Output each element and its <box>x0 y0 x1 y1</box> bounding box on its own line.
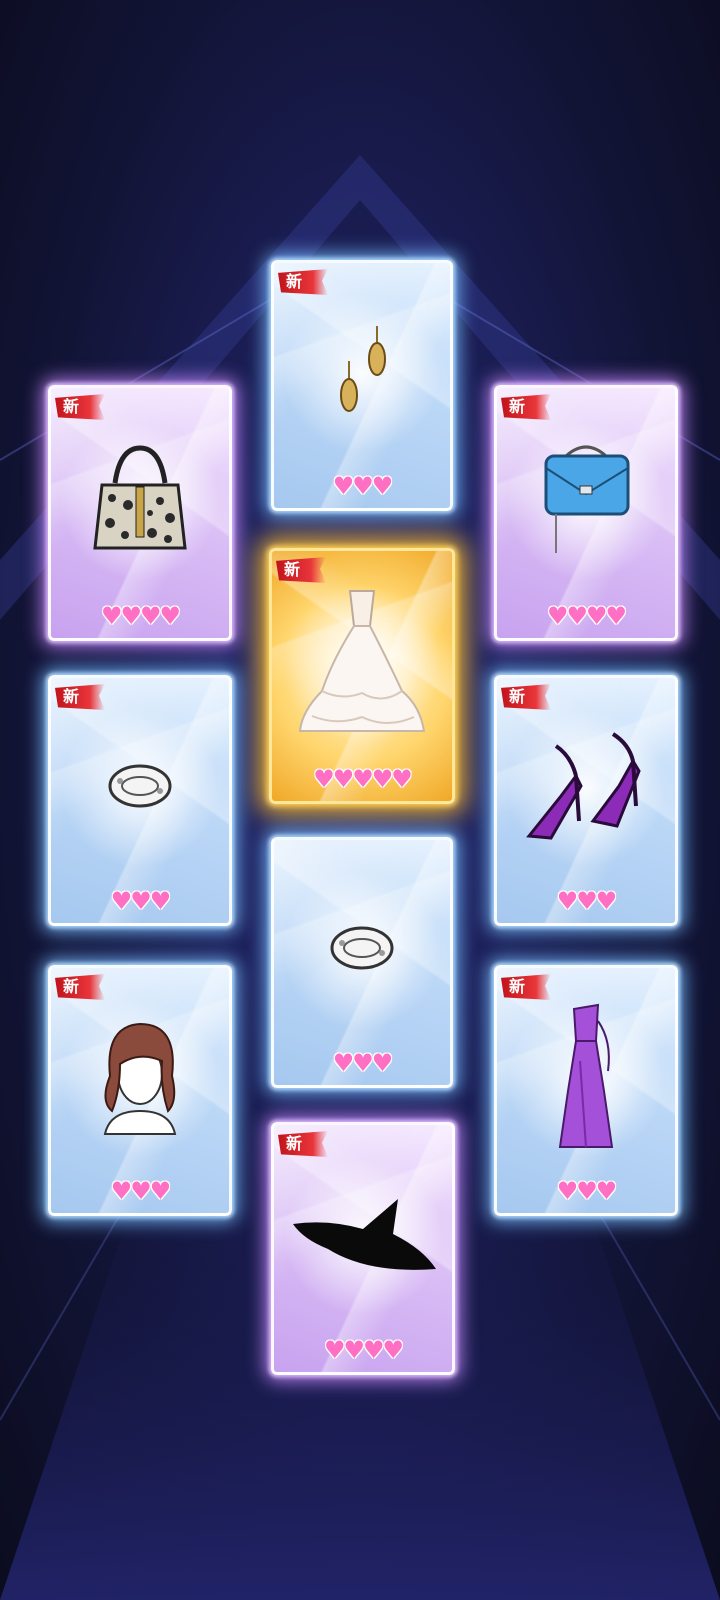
reward-card-blue-clutch[interactable]: 新 ♥♥♥♥ <box>494 385 678 641</box>
reward-card-leopard-handbag[interactable]: 新 ♥♥♥♥ <box>48 385 232 641</box>
new-badge: 新 <box>501 684 551 710</box>
rarity-hearts: ♥♥♥ <box>332 1049 394 1077</box>
reward-card-wedding-gown[interactable]: 新 ♥♥♥♥♥ <box>269 548 455 804</box>
dress-icon <box>558 1003 614 1148</box>
rarity-hearts: ♥♥♥ <box>556 887 618 915</box>
new-badge: 新 <box>278 269 328 295</box>
hat-icon <box>293 1198 436 1270</box>
rarity-hearts: ♥♥♥♥♥ <box>313 765 413 793</box>
hair-icon <box>103 1022 177 1135</box>
new-badge: 新 <box>276 557 326 583</box>
reward-card-witch-hat[interactable]: 新 ♥♥♥♥ <box>271 1122 455 1375</box>
rarity-hearts: ♥♥♥ <box>332 472 394 500</box>
reward-card-auburn-hair[interactable]: 新 ♥♥♥ <box>48 965 232 1216</box>
rarity-hearts: ♥♥♥♥ <box>323 1336 404 1364</box>
rarity-hearts: ♥♥♥ <box>556 1177 618 1205</box>
reward-card-purple-dress[interactable]: 新 ♥♥♥ <box>494 965 678 1216</box>
new-badge: 新 <box>278 1131 328 1157</box>
reward-card-purple-heels[interactable]: 新 ♥♥♥ <box>494 675 678 926</box>
new-badge: 新 <box>501 974 551 1000</box>
reward-card-crystal-bracelet[interactable]: ♥♥♥ <box>271 837 453 1088</box>
heels-icon <box>526 732 641 840</box>
rarity-hearts: ♥♥♥♥ <box>100 602 181 630</box>
new-badge: 新 <box>55 974 105 1000</box>
new-badge: 新 <box>501 394 551 420</box>
bracelet-icon <box>330 926 394 970</box>
rarity-hearts: ♥♥♥♥ <box>546 602 627 630</box>
clutch-bag-icon <box>544 445 630 553</box>
new-badge: 新 <box>55 394 105 420</box>
new-badge: 新 <box>55 684 105 710</box>
earrings-icon <box>340 325 386 412</box>
reward-card-earrings[interactable]: 新 ♥♥♥ <box>271 260 453 511</box>
reward-card-crystal-bracelet[interactable]: 新 ♥♥♥ <box>48 675 232 926</box>
handbag-icon <box>93 445 187 550</box>
rarity-hearts: ♥♥♥ <box>110 887 172 915</box>
rarity-hearts: ♥♥♥ <box>110 1177 172 1205</box>
gown-icon <box>298 590 426 732</box>
bracelet-icon <box>108 764 172 808</box>
